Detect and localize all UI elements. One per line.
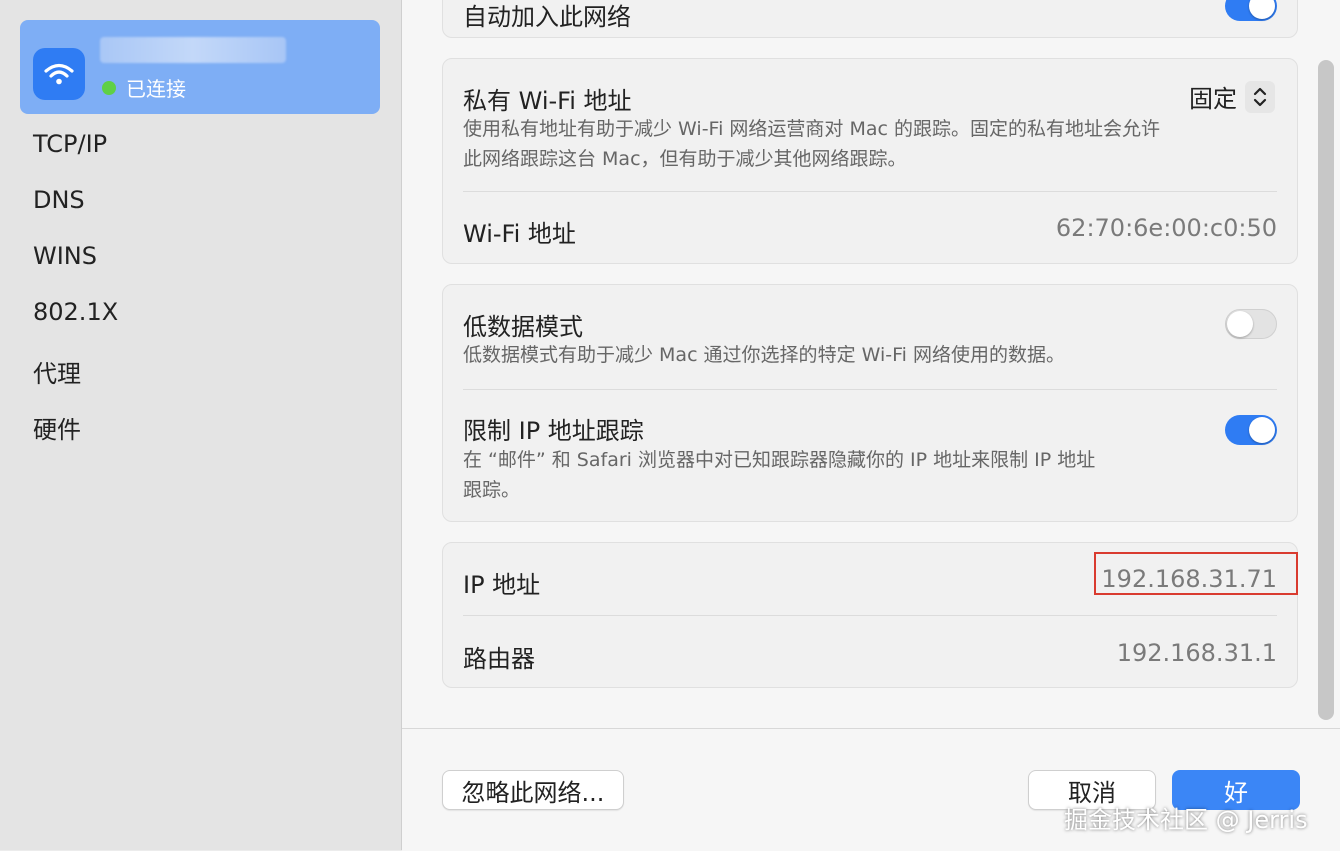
- ip-highlight-box: [1094, 552, 1298, 595]
- sidebar-item-proxy[interactable]: 代理: [33, 354, 81, 389]
- auto-join-label: 自动加入此网络: [463, 3, 631, 31]
- private-address-select[interactable]: 固定: [1189, 79, 1275, 114]
- sidebar-item-hardware[interactable]: 硬件: [33, 410, 81, 445]
- updown-chevron-icon: [1245, 80, 1275, 113]
- limit-ip-description: 在 “邮件” 和 Safari 浏览器中对已知跟踪器隐藏你的 IP 地址来限制 …: [463, 449, 1096, 501]
- private-address-value: 固定: [1189, 85, 1237, 113]
- router-value: 192.168.31.1: [1116, 639, 1277, 667]
- limit-ip-title: 限制 IP 地址跟踪: [463, 417, 644, 445]
- network-name-redacted: [100, 37, 286, 63]
- wifi-address-label: Wi-Fi 地址: [463, 220, 576, 248]
- divider: [463, 191, 1277, 192]
- connected-dot-icon: [102, 80, 116, 95]
- sidebar-item-8021x[interactable]: 802.1X: [33, 298, 118, 326]
- ip-address-label: IP 地址: [463, 571, 541, 599]
- wifi-address-value: 62:70:6e:00:c0:50: [1055, 214, 1277, 242]
- sidebar-item-wins[interactable]: WINS: [33, 242, 97, 270]
- sidebar: 已连接 TCP/IP DNS WINS 802.1X 代理 硬件: [0, 0, 402, 850]
- low-data-title: 低数据模式: [463, 313, 583, 341]
- limit-ip-toggle[interactable]: [1225, 415, 1277, 445]
- auto-join-panel: 自动加入此网络: [442, 0, 1298, 38]
- watermark: 掘金技术社区 @ Jerris: [1064, 806, 1308, 834]
- private-address-description: 使用私有地址有助于减少 Wi-Fi 网络运营商对 Mac 的跟踪。固定的私有地址…: [463, 118, 1160, 170]
- private-address-title: 私有 Wi-Fi 地址: [463, 87, 632, 115]
- low-data-toggle[interactable]: [1225, 309, 1277, 339]
- divider: [463, 615, 1277, 616]
- connection-status-label: 已连接: [126, 77, 186, 101]
- forget-network-button[interactable]: 忽略此网络...: [442, 770, 624, 810]
- auto-join-toggle[interactable]: [1225, 0, 1277, 21]
- selected-network-card[interactable]: 已连接: [20, 20, 380, 114]
- divider: [463, 389, 1277, 390]
- connection-status: 已连接: [102, 73, 186, 102]
- low-data-description: 低数据模式有助于减少 Mac 通过你选择的特定 Wi-Fi 网络使用的数据。: [463, 344, 1065, 366]
- privacy-options-panel: 低数据模式 低数据模式有助于减少 Mac 通过你选择的特定 Wi-Fi 网络使用…: [442, 284, 1298, 522]
- sidebar-item-tcpip[interactable]: TCP/IP: [33, 130, 107, 158]
- sidebar-item-dns[interactable]: DNS: [33, 186, 85, 214]
- private-address-panel: 私有 Wi-Fi 地址 固定 使用私有地址有助于减少 Wi-Fi 网络运营商对 …: [442, 58, 1298, 264]
- wifi-icon: [33, 48, 85, 100]
- router-label: 路由器: [463, 645, 535, 673]
- scrollbar[interactable]: [1318, 60, 1334, 720]
- main-content: 自动加入此网络 私有 Wi-Fi 地址 固定 使用私有地址有助于减少 Wi-Fi…: [402, 0, 1340, 728]
